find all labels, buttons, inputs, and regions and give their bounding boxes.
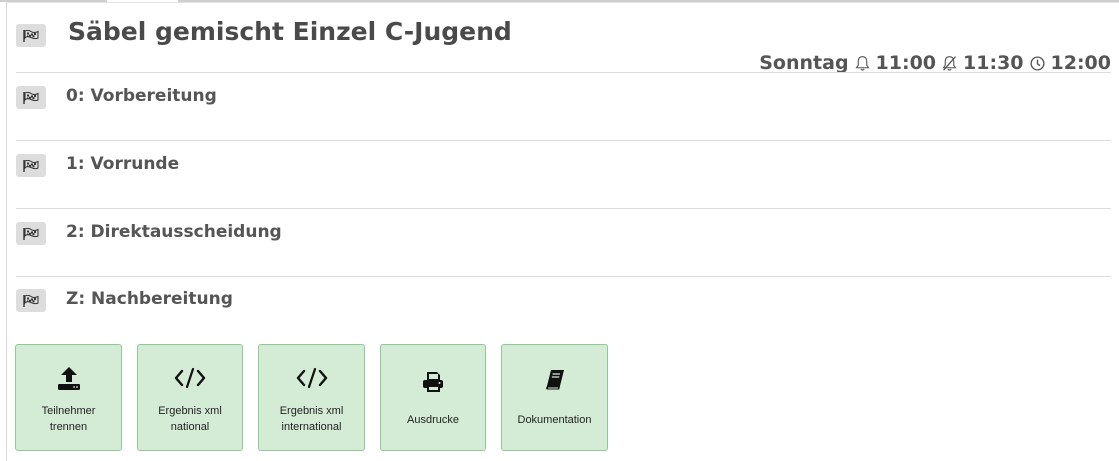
action-label: Ausdrucke bbox=[407, 414, 459, 426]
final-time: 12:00 bbox=[1050, 52, 1111, 74]
split-participants-button[interactable]: Teilnehmer trennen bbox=[15, 344, 122, 451]
clock-icon bbox=[1029, 55, 1045, 71]
result-xml-international-button[interactable]: Ergebnis xml international bbox=[258, 344, 365, 451]
documentation-button[interactable]: Dokumentation bbox=[501, 344, 608, 451]
end-time: 11:30 bbox=[963, 52, 1024, 74]
phase-flag-button[interactable] bbox=[16, 222, 46, 245]
phase-label[interactable]: Z: Nachbereitung bbox=[66, 289, 233, 309]
action-label: Dokumentation bbox=[517, 414, 592, 426]
event-schedule: Sonntag 11:00 11:30 12:00 bbox=[759, 52, 1111, 74]
upload-icon bbox=[57, 367, 80, 390]
code-icon bbox=[296, 367, 327, 389]
code-icon bbox=[174, 367, 206, 389]
checkered-flag-icon bbox=[23, 159, 39, 172]
bell-icon bbox=[855, 55, 870, 71]
phase-label[interactable]: 1: Vorrunde bbox=[66, 154, 179, 174]
checkered-flag-icon bbox=[23, 91, 39, 104]
divider bbox=[16, 140, 1111, 141]
checkered-flag-icon bbox=[23, 227, 39, 240]
event-day: Sonntag bbox=[759, 52, 849, 74]
action-label: Teilnehmer trennen bbox=[41, 405, 96, 433]
phase-label[interactable]: 2: Direktausscheidung bbox=[66, 222, 282, 242]
printer-icon bbox=[423, 372, 443, 392]
event-flag-button[interactable] bbox=[16, 24, 46, 47]
divider bbox=[16, 72, 1111, 73]
divider bbox=[16, 276, 1111, 277]
bell-slash-icon bbox=[942, 55, 957, 71]
book-icon bbox=[545, 370, 564, 390]
phase-flag-button[interactable] bbox=[16, 86, 46, 109]
printouts-button[interactable]: Ausdrucke bbox=[380, 344, 486, 451]
start-time: 11:00 bbox=[875, 52, 937, 74]
event-title: Säbel gemischt Einzel C-Jugend bbox=[68, 17, 512, 46]
checkered-flag-icon bbox=[23, 294, 39, 307]
checkered-flag-icon bbox=[23, 29, 39, 42]
phase-flag-button[interactable] bbox=[16, 154, 46, 177]
action-label: Ergebnis xml national bbox=[158, 405, 222, 433]
result-xml-national-button[interactable]: Ergebnis xml national bbox=[137, 344, 243, 451]
phase-label[interactable]: 0: Vorbereitung bbox=[66, 86, 217, 106]
divider bbox=[16, 208, 1111, 209]
action-label: Ergebnis xml international bbox=[279, 405, 344, 433]
phase-flag-button[interactable] bbox=[16, 289, 46, 312]
